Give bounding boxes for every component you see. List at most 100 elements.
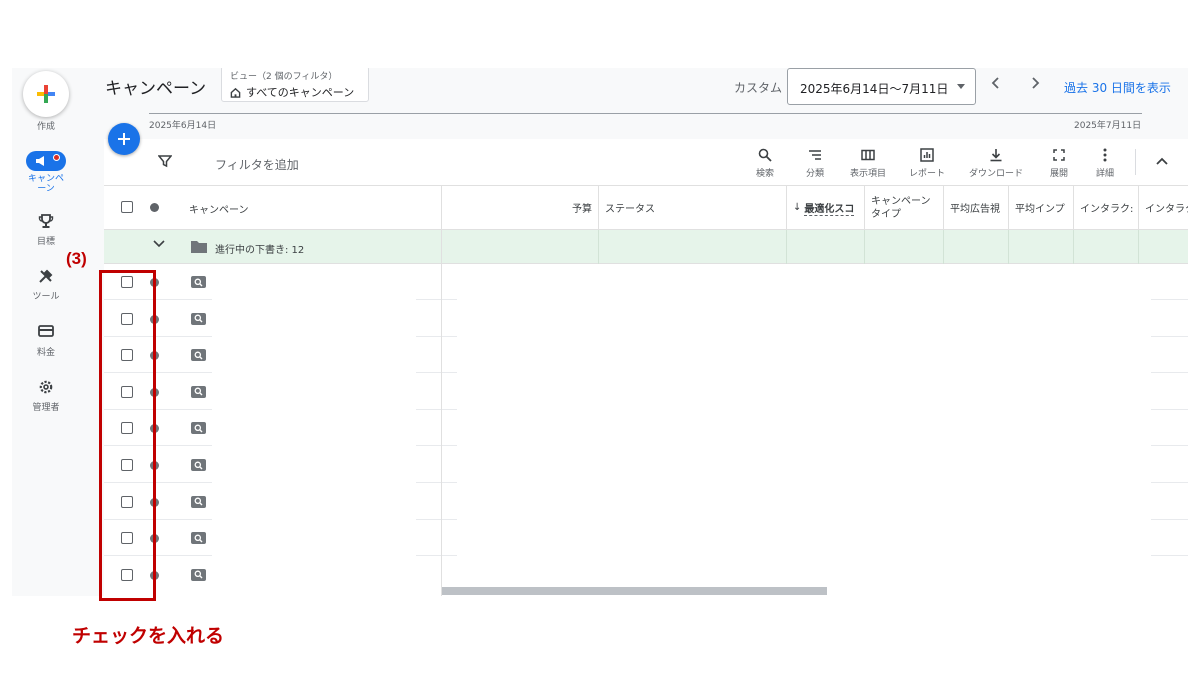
- megaphone-icon: [26, 151, 66, 171]
- timeline-start-date: 2025年6月14日: [149, 121, 217, 131]
- previous-period-button[interactable]: [986, 76, 1006, 96]
- chevron-up-icon: [1156, 157, 1168, 165]
- column-label: 平均広告視: [950, 204, 1000, 215]
- highlight-box: [99, 270, 156, 601]
- column-optimization-score[interactable]: ↓ 最適化スコ: [786, 186, 864, 229]
- column-campaign-type[interactable]: キャンペーン タイプ: [864, 186, 943, 229]
- create-label: 作成: [36, 122, 55, 132]
- view-selector[interactable]: ビュー（2 個のフィルタ） すべてのキャンペーン: [221, 68, 369, 102]
- table-row[interactable]: [104, 520, 1188, 557]
- group-divider: [1008, 230, 1009, 264]
- nav-label: 目標: [36, 237, 55, 247]
- select-all-checkbox[interactable]: [121, 201, 133, 213]
- left-nav: 作成 キャンペーン 目標 ツール 料金 管理者: [12, 68, 80, 596]
- column-label: 最適化スコ: [804, 200, 855, 216]
- reports-tool[interactable]: レポート: [897, 148, 957, 179]
- column-campaign[interactable]: キャンペーン: [189, 201, 249, 216]
- plus-icon: [118, 133, 130, 145]
- nav-billing[interactable]: 料金: [12, 324, 80, 358]
- table-row[interactable]: [104, 337, 1188, 374]
- column-label: インタラク: [1145, 204, 1188, 215]
- next-period-button[interactable]: [1025, 76, 1045, 96]
- tool-label: 展開: [1049, 169, 1068, 179]
- plus-icon: [37, 85, 55, 103]
- table-toolbar: フィルタを追加 検索 分類 表示項目 レポート ダウンロード 展開 詳細: [104, 139, 1188, 186]
- search-campaign-icon: [191, 568, 206, 581]
- column-label: タイプ: [871, 208, 901, 220]
- notification-dot: [53, 154, 60, 161]
- segment-tool[interactable]: 分類: [785, 148, 845, 179]
- table-row[interactable]: [104, 410, 1188, 447]
- nav-admin[interactable]: 管理者: [12, 379, 80, 413]
- column-budget[interactable]: 予算: [441, 186, 598, 229]
- group-divider: [786, 230, 787, 264]
- nav-campaigns[interactable]: キャンペーン: [12, 151, 80, 194]
- tool-label: 詳細: [1095, 169, 1114, 179]
- status-dot-header: [150, 203, 159, 212]
- search-campaign-icon: [191, 385, 206, 398]
- group-divider: [1138, 230, 1139, 264]
- column-interactions[interactable]: インタラク:: [1073, 186, 1138, 229]
- create-button[interactable]: [23, 71, 69, 117]
- table-row[interactable]: [104, 374, 1188, 410]
- download-tool[interactable]: ダウンロード: [966, 148, 1026, 179]
- download-icon: [966, 148, 1026, 166]
- view-subtitle: ビュー（2 個のフィルタ）: [230, 72, 338, 82]
- nav-tools[interactable]: ツール: [12, 268, 80, 302]
- column-label: 予算: [572, 204, 592, 215]
- new-campaign-button[interactable]: [108, 123, 140, 155]
- table-row[interactable]: [104, 301, 1188, 337]
- group-divider: [943, 230, 944, 264]
- date-range-picker[interactable]: 2025年6月14日〜7月11日: [787, 68, 976, 105]
- column-avg-view[interactable]: 平均広告視: [943, 186, 1008, 229]
- group-divider: [864, 230, 865, 264]
- column-label: 平均インプ: [1015, 204, 1065, 215]
- bar-chart-icon: [897, 148, 957, 166]
- segment-icon: [785, 148, 845, 166]
- search-campaign-icon: [191, 422, 206, 435]
- horizontal-scrollbar[interactable]: [442, 587, 827, 595]
- tool-label: 分類: [805, 169, 824, 179]
- nav-label: 料金: [36, 348, 55, 358]
- tool-label: 検索: [755, 169, 774, 179]
- nav-goals[interactable]: 目標: [12, 213, 80, 247]
- page-title: キャンペーン: [105, 79, 207, 99]
- column-divider: [441, 186, 442, 596]
- search-campaign-icon: [191, 349, 206, 362]
- toolbar-divider: [1135, 149, 1136, 175]
- drafts-group-row[interactable]: 進行中の下書き: 12: [104, 230, 1188, 264]
- nav-label: 管理者: [32, 403, 60, 413]
- search-campaign-icon: [191, 459, 206, 471]
- table-row[interactable]: [104, 447, 1188, 483]
- campaign-table: フィルタを追加 検索 分類 表示項目 レポート ダウンロード 展開 詳細 キャン…: [104, 139, 1188, 596]
- chevron-down-icon[interactable]: [153, 240, 165, 251]
- table-header: キャンペーン 予算 ステータス ↓ 最適化スコ キャンペーン タイプ 平均広告視…: [104, 186, 1188, 230]
- column-interaction-rate[interactable]: インタラク: [1138, 186, 1188, 229]
- gear-icon: [36, 379, 56, 397]
- table-row[interactable]: [104, 484, 1188, 520]
- column-label: キャンペーン: [871, 195, 931, 207]
- caret-down-icon: [957, 84, 965, 89]
- timeline-bar[interactable]: [149, 113, 1142, 114]
- step-label: (3): [66, 249, 87, 268]
- more-tool[interactable]: 詳細: [1075, 148, 1135, 179]
- add-filter-field[interactable]: フィルタを追加: [215, 156, 299, 173]
- column-status[interactable]: ステータス: [598, 186, 786, 229]
- group-divider: [1073, 230, 1074, 264]
- collapse-button[interactable]: [1156, 153, 1168, 169]
- timeline-end-date: 2025年7月11日: [1074, 121, 1142, 131]
- filter-icon[interactable]: [157, 154, 173, 172]
- group-label: 進行中の下書き: 12: [215, 245, 305, 256]
- nav-label: キャンペーン: [27, 174, 64, 194]
- last-30-days-link[interactable]: 過去 30 日間を表示: [1064, 79, 1171, 96]
- column-label: インタラク:: [1080, 204, 1134, 215]
- home-icon: [230, 87, 241, 98]
- table-row[interactable]: [104, 264, 1188, 300]
- date-mode-label: カスタム: [734, 81, 783, 95]
- chevron-left-icon: [991, 77, 999, 89]
- nav-label: ツール: [32, 292, 60, 302]
- column-avg-impr[interactable]: 平均インプ: [1008, 186, 1073, 229]
- view-name: すべてのキャンペーン: [246, 86, 355, 99]
- tool-label: ダウンロード: [968, 169, 1023, 179]
- columns-tool[interactable]: 表示項目: [838, 148, 898, 179]
